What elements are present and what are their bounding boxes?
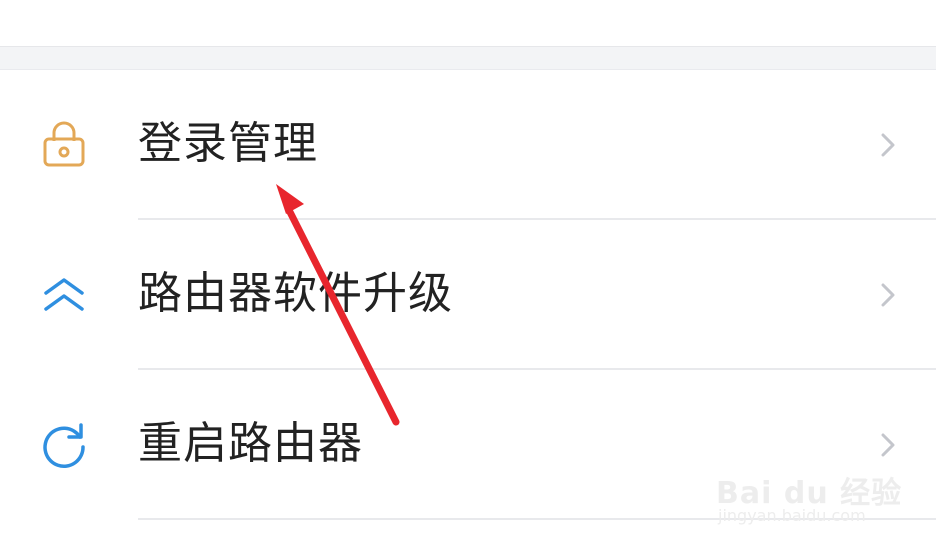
menu-item-label: 登录管理: [138, 118, 318, 169]
refresh-icon: [36, 417, 92, 473]
section-separator: [0, 46, 936, 70]
lock-icon: [36, 116, 92, 172]
settings-screen: 登录管理 路由器软件升级 重启路由器 Bai du 经验 jingyan.bai…: [0, 0, 936, 548]
watermark-url: jingyan.baidu.com: [718, 506, 866, 525]
double-chevron-up-icon: [36, 267, 92, 323]
menu-item-label: 路由器软件升级: [138, 268, 453, 319]
menu-item-router-software-upgrade[interactable]: 路由器软件升级: [0, 220, 936, 370]
chevron-right-icon: [876, 280, 900, 310]
baidu-jingyan-watermark: Bai du 经验 jingyan.baidu.com: [716, 448, 916, 538]
menu-item-login-management[interactable]: 登录管理: [0, 70, 936, 220]
top-section: [0, 0, 936, 46]
chevron-right-icon: [876, 130, 900, 160]
menu-item-label: 重启路由器: [138, 418, 363, 469]
